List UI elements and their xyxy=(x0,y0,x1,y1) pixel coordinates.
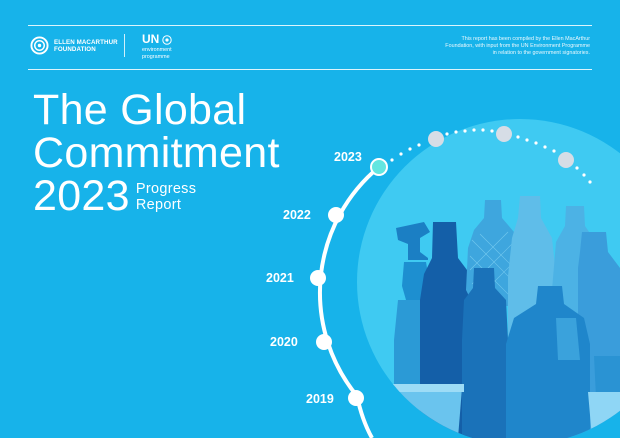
timeline-label-2023[interactable]: 2023 xyxy=(334,150,362,164)
timeline-label-2019[interactable]: 2019 xyxy=(306,392,334,406)
timeline-label-2022[interactable]: 2022 xyxy=(283,208,311,222)
future-dot-2 xyxy=(496,126,512,142)
timeline-node-2020[interactable] xyxy=(316,334,332,350)
timeline-label-2020[interactable]: 2020 xyxy=(270,335,298,349)
future-dot-3 xyxy=(558,152,574,168)
timeline-node-2023[interactable] xyxy=(370,158,388,176)
future-dot-1 xyxy=(428,131,444,147)
bottles-group xyxy=(386,196,620,438)
timeline-node-2021[interactable] xyxy=(310,270,326,286)
timeline-node-2022[interactable] xyxy=(328,207,344,223)
timeline-node-2019[interactable] xyxy=(348,390,364,406)
timeline-label-2021[interactable]: 2021 xyxy=(266,271,294,285)
